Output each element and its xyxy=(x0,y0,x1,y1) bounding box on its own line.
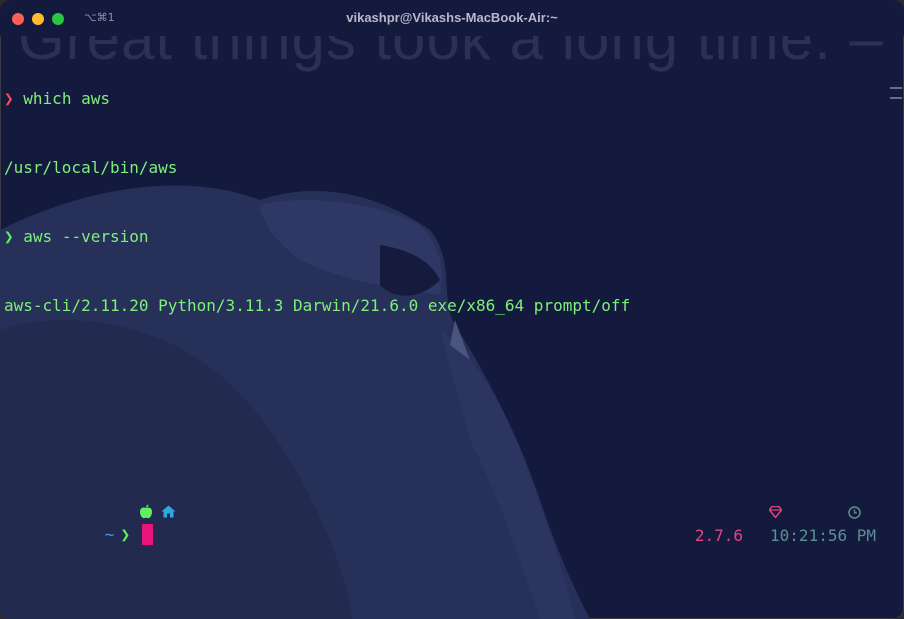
ruby-version: 2.7.6 xyxy=(694,526,744,545)
output-line: aws-cli/2.11.20 Python/3.11.3 Darwin/21.… xyxy=(4,296,631,315)
command-line: ❯ aws --version xyxy=(4,225,884,248)
prompt-status-line: ~ ❯ 2.7.6 10:21:56 PM xyxy=(4,455,884,545)
prompt-symbol: ❯ xyxy=(4,89,14,108)
terminal-output[interactable]: ❯ which aws /usr/local/bin/aws ❯ aws --v… xyxy=(4,41,884,545)
command-text: which aws xyxy=(23,89,110,108)
scrollbar[interactable] xyxy=(888,36,904,619)
clock-time: 10:21:56 PM xyxy=(770,526,876,545)
prompt-arrow: ❯ xyxy=(120,525,131,544)
command-text: aws --version xyxy=(23,227,149,246)
output-line: /usr/local/bin/aws xyxy=(4,158,178,177)
current-directory: ~ xyxy=(104,525,115,544)
home-icon xyxy=(84,478,176,518)
scroll-marker xyxy=(890,87,902,89)
command-line: ❯ which aws xyxy=(4,87,884,110)
title-bar: ⌥⌘1 vikashpr@Vikashs-MacBook-Air:~ xyxy=(0,0,904,36)
terminal-window: Great things took a long time. – S ⌥⌘1 v… xyxy=(0,0,904,619)
apple-icon xyxy=(62,479,152,519)
right-prompt: 2.7.6 10:21:56 PM xyxy=(596,455,876,570)
window-title: vikashpr@Vikashs-MacBook-Air:~ xyxy=(346,10,558,25)
scroll-marker xyxy=(890,97,902,99)
clock-icon xyxy=(752,479,862,519)
gem-icon xyxy=(673,478,783,519)
terminal-cursor xyxy=(142,524,154,545)
prompt-symbol: ❯ xyxy=(4,227,14,246)
